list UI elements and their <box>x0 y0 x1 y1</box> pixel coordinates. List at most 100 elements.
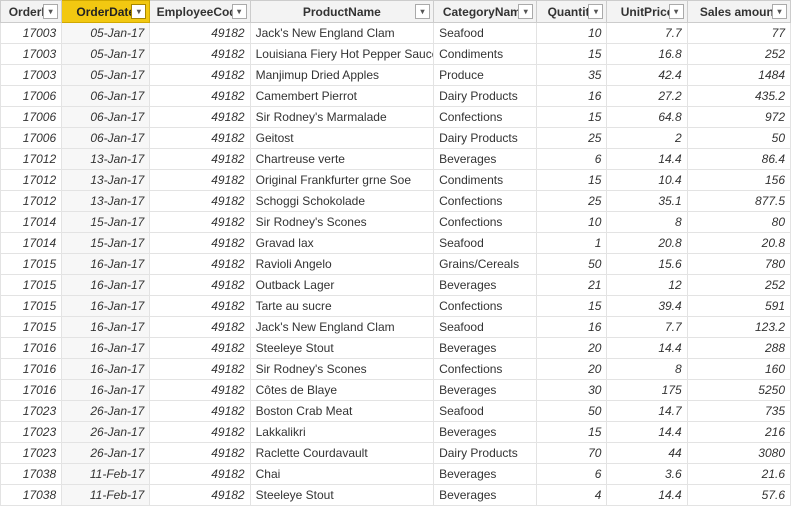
cell-empCode[interactable]: 49182 <box>150 443 250 464</box>
cell-orderDate[interactable]: 16-Jan-17 <box>62 296 150 317</box>
cell-qty[interactable]: 15 <box>537 422 607 443</box>
cell-empCode[interactable]: 49182 <box>150 485 250 506</box>
cell-orderDate[interactable]: 11-Feb-17 <box>62 485 150 506</box>
cell-price[interactable]: 42.4 <box>607 65 687 86</box>
cell-category[interactable]: Seafood <box>434 23 537 44</box>
table-row[interactable]: 1701516-Jan-1749182Jack's New England Cl… <box>1 317 791 338</box>
cell-price[interactable]: 14.4 <box>607 485 687 506</box>
cell-orderDate[interactable]: 13-Jan-17 <box>62 170 150 191</box>
cell-category[interactable]: Confections <box>434 212 537 233</box>
cell-product[interactable]: Raclette Courdavault <box>250 443 433 464</box>
cell-orderId[interactable]: 17015 <box>1 317 62 338</box>
cell-product[interactable]: Jack's New England Clam <box>250 317 433 338</box>
cell-orderDate[interactable]: 13-Jan-17 <box>62 149 150 170</box>
chevron-down-icon[interactable]: ▾ <box>232 4 247 19</box>
cell-empCode[interactable]: 49182 <box>150 107 250 128</box>
cell-price[interactable]: 35.1 <box>607 191 687 212</box>
cell-price[interactable]: 3.6 <box>607 464 687 485</box>
cell-orderDate[interactable]: 11-Feb-17 <box>62 464 150 485</box>
cell-price[interactable]: 7.7 <box>607 23 687 44</box>
cell-category[interactable]: Confections <box>434 191 537 212</box>
cell-product[interactable]: Chartreuse verte <box>250 149 433 170</box>
cell-sales[interactable]: 435.2 <box>687 86 790 107</box>
cell-price[interactable]: 14.7 <box>607 401 687 422</box>
cell-product[interactable]: Tarte au sucre <box>250 296 433 317</box>
table-row[interactable]: 1702326-Jan-1749182Raclette CourdavaultD… <box>1 443 791 464</box>
cell-product[interactable]: Schoggi Schokolade <box>250 191 433 212</box>
cell-product[interactable]: Sir Rodney's Marmalade <box>250 107 433 128</box>
cell-empCode[interactable]: 49182 <box>150 170 250 191</box>
cell-category[interactable]: Produce <box>434 65 537 86</box>
cell-qty[interactable]: 20 <box>537 338 607 359</box>
cell-orderId[interactable]: 17038 <box>1 464 62 485</box>
cell-sales[interactable]: 591 <box>687 296 790 317</box>
cell-category[interactable]: Condiments <box>434 170 537 191</box>
cell-orderId[interactable]: 17016 <box>1 359 62 380</box>
chevron-down-icon[interactable]: ▾ <box>669 4 684 19</box>
cell-category[interactable]: Confections <box>434 296 537 317</box>
cell-orderId[interactable]: 17038 <box>1 485 62 506</box>
cell-orderDate[interactable]: 16-Jan-17 <box>62 254 150 275</box>
cell-orderId[interactable]: 17023 <box>1 401 62 422</box>
cell-empCode[interactable]: 49182 <box>150 401 250 422</box>
cell-empCode[interactable]: 49182 <box>150 422 250 443</box>
cell-qty[interactable]: 10 <box>537 212 607 233</box>
cell-orderId[interactable]: 17015 <box>1 254 62 275</box>
cell-category[interactable]: Dairy Products <box>434 128 537 149</box>
cell-category[interactable]: Condiments <box>434 44 537 65</box>
cell-price[interactable]: 16.8 <box>607 44 687 65</box>
cell-orderId[interactable]: 17016 <box>1 338 62 359</box>
cell-category[interactable]: Dairy Products <box>434 443 537 464</box>
chevron-down-icon[interactable]: ▾ <box>131 4 146 19</box>
cell-orderId[interactable]: 17014 <box>1 212 62 233</box>
cell-qty[interactable]: 16 <box>537 317 607 338</box>
cell-qty[interactable]: 15 <box>537 170 607 191</box>
cell-category[interactable]: Seafood <box>434 401 537 422</box>
chevron-down-icon[interactable]: ▾ <box>415 4 430 19</box>
cell-qty[interactable]: 25 <box>537 128 607 149</box>
cell-orderId[interactable]: 17003 <box>1 65 62 86</box>
cell-qty[interactable]: 15 <box>537 296 607 317</box>
cell-category[interactable]: Beverages <box>434 338 537 359</box>
cell-product[interactable]: Ravioli Angelo <box>250 254 433 275</box>
cell-price[interactable]: 10.4 <box>607 170 687 191</box>
cell-category[interactable]: Confections <box>434 359 537 380</box>
cell-product[interactable]: Gravad lax <box>250 233 433 254</box>
column-header-orderDate[interactable]: OrderDate▾ <box>62 1 150 23</box>
cell-empCode[interactable]: 49182 <box>150 275 250 296</box>
cell-qty[interactable]: 6 <box>537 464 607 485</box>
table-row[interactable]: 1700305-Jan-1749182Jack's New England Cl… <box>1 23 791 44</box>
cell-category[interactable]: Beverages <box>434 380 537 401</box>
cell-price[interactable]: 64.8 <box>607 107 687 128</box>
cell-qty[interactable]: 15 <box>537 107 607 128</box>
column-header-category[interactable]: CategoryName▾ <box>434 1 537 23</box>
cell-orderId[interactable]: 17015 <box>1 275 62 296</box>
cell-category[interactable]: Grains/Cereals <box>434 254 537 275</box>
cell-category[interactable]: Confections <box>434 107 537 128</box>
cell-category[interactable]: Dairy Products <box>434 86 537 107</box>
table-row[interactable]: 1701415-Jan-1749182Gravad laxSeafood120.… <box>1 233 791 254</box>
cell-price[interactable]: 14.4 <box>607 149 687 170</box>
cell-qty[interactable]: 4 <box>537 485 607 506</box>
cell-sales[interactable]: 252 <box>687 275 790 296</box>
cell-product[interactable]: Côtes de Blaye <box>250 380 433 401</box>
cell-empCode[interactable]: 49182 <box>150 233 250 254</box>
cell-sales[interactable]: 288 <box>687 338 790 359</box>
cell-sales[interactable]: 123.2 <box>687 317 790 338</box>
table-row[interactable]: 1701516-Jan-1749182Tarte au sucreConfect… <box>1 296 791 317</box>
cell-empCode[interactable]: 49182 <box>150 128 250 149</box>
cell-sales[interactable]: 156 <box>687 170 790 191</box>
cell-orderId[interactable]: 17023 <box>1 443 62 464</box>
cell-orderId[interactable]: 17016 <box>1 380 62 401</box>
table-row[interactable]: 1701213-Jan-1749182Schoggi SchokoladeCon… <box>1 191 791 212</box>
cell-empCode[interactable]: 49182 <box>150 464 250 485</box>
cell-price[interactable]: 15.6 <box>607 254 687 275</box>
cell-orderId[interactable]: 17012 <box>1 191 62 212</box>
cell-empCode[interactable]: 49182 <box>150 359 250 380</box>
chevron-down-icon[interactable]: ▾ <box>772 4 787 19</box>
cell-category[interactable]: Seafood <box>434 317 537 338</box>
cell-price[interactable]: 2 <box>607 128 687 149</box>
cell-empCode[interactable]: 49182 <box>150 212 250 233</box>
column-header-orderId[interactable]: OrderID▾ <box>1 1 62 23</box>
cell-qty[interactable]: 21 <box>537 275 607 296</box>
